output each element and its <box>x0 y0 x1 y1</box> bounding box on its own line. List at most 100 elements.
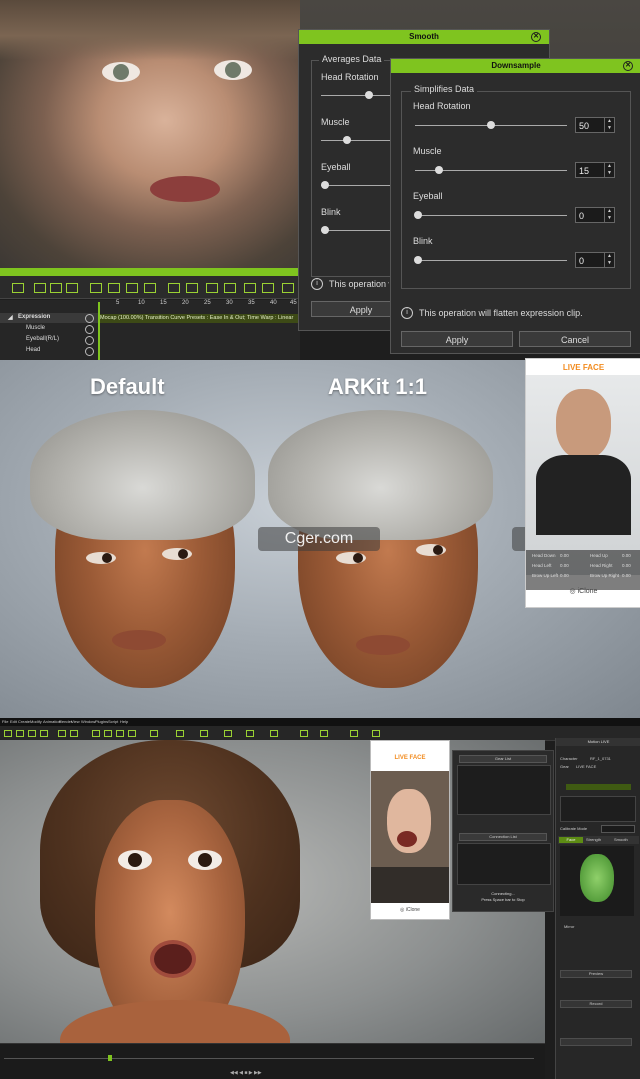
live-face-phone-small: LIVE FACE ◎ iClone <box>370 740 450 920</box>
close-circle-icon[interactable] <box>85 325 94 334</box>
tool-icon[interactable] <box>224 730 232 737</box>
left-eye <box>336 552 366 564</box>
time-marker[interactable] <box>108 1055 112 1061</box>
spin-arrows-icon[interactable]: ▲ ▼ <box>604 163 614 177</box>
close-circle-icon[interactable] <box>85 314 94 323</box>
tool-icon[interactable] <box>128 730 136 737</box>
slider-knob[interactable] <box>321 181 329 189</box>
eyeball-slider[interactable] <box>321 185 391 186</box>
tool-icon[interactable] <box>200 730 208 737</box>
calibrate-dropdown[interactable] <box>601 825 635 833</box>
muscle-slider[interactable] <box>321 140 391 141</box>
apply-button[interactable]: Apply <box>401 331 513 347</box>
tool-icon[interactable] <box>224 283 236 293</box>
track-row[interactable]: Muscle <box>0 324 98 334</box>
tool-icon[interactable] <box>28 730 36 737</box>
tool-icon[interactable] <box>70 730 78 737</box>
panel-button[interactable] <box>560 1038 632 1046</box>
tool-icon[interactable] <box>16 730 24 737</box>
tool-icon[interactable] <box>34 283 46 293</box>
track-row[interactable]: Head <box>0 346 98 356</box>
tool-icon[interactable] <box>4 730 12 737</box>
preview-button[interactable]: Preview <box>560 970 632 978</box>
tool-icon[interactable] <box>40 730 48 737</box>
dialog-title-text: Downsample <box>491 61 541 70</box>
tool-icon[interactable] <box>150 730 158 737</box>
tool-icon[interactable] <box>50 283 62 293</box>
track-row[interactable]: Eyeball(R/L) <box>0 335 98 345</box>
slider-knob[interactable] <box>365 91 373 99</box>
slider-knob[interactable] <box>414 256 422 264</box>
spin-arrows-icon[interactable]: ▲ ▼ <box>604 253 614 267</box>
tool-icon[interactable] <box>372 730 380 737</box>
tool-icon[interactable] <box>320 730 328 737</box>
tool-icon[interactable] <box>246 730 254 737</box>
tool-icon[interactable] <box>282 283 294 293</box>
spin-arrows-icon[interactable]: ▲ ▼ <box>604 118 614 132</box>
tab-face[interactable]: Face <box>559 837 583 843</box>
tool-icon[interactable] <box>90 283 102 293</box>
slider-knob[interactable] <box>414 211 422 219</box>
tool-icon[interactable] <box>108 283 120 293</box>
close-circle-icon[interactable] <box>85 347 94 356</box>
tool-icon[interactable] <box>144 283 156 293</box>
slider-knob[interactable] <box>487 121 495 129</box>
expand-triangle-icon[interactable]: ◢ <box>8 314 13 321</box>
tool-icon[interactable] <box>350 730 358 737</box>
tool-icon[interactable] <box>206 283 218 293</box>
tool-icon[interactable] <box>186 283 198 293</box>
close-circle-icon[interactable] <box>85 336 94 345</box>
menu-edit[interactable]: Edit <box>10 719 17 724</box>
slider-knob[interactable] <box>435 166 443 174</box>
tool-icon[interactable] <box>244 283 256 293</box>
green-action-button[interactable] <box>566 784 631 790</box>
tool-icon[interactable] <box>176 730 184 737</box>
menu-window[interactable]: Window <box>81 719 95 724</box>
smooth-dialog-title: Smooth ✕ <box>299 30 549 44</box>
slider-knob[interactable] <box>343 136 351 144</box>
readout-value: 0.00 <box>560 563 569 568</box>
iris <box>225 62 241 78</box>
tool-icon[interactable] <box>168 283 180 293</box>
slider-knob[interactable] <box>321 226 329 234</box>
tool-icon[interactable] <box>104 730 112 737</box>
menu-plugins[interactable]: Plugins <box>95 719 108 724</box>
panel-title: Motion LIVE <box>556 738 640 746</box>
head-rotation-spinbox[interactable]: 50 ▲ ▼ <box>575 117 615 133</box>
blink-slider[interactable] <box>415 260 567 261</box>
tool-icon[interactable] <box>66 283 78 293</box>
tool-icon[interactable] <box>270 730 278 737</box>
playhead[interactable] <box>98 302 100 360</box>
playback-controls[interactable]: ◀◀ ◀ ■ ▶ ▶▶ <box>230 1070 290 1076</box>
menu-script[interactable]: Script <box>108 719 118 724</box>
blink-spinbox[interactable]: 0 ▲ ▼ <box>575 252 615 268</box>
tab-smooth[interactable]: Smooth <box>614 837 628 843</box>
tool-icon[interactable] <box>58 730 66 737</box>
mouth <box>150 176 220 202</box>
head-rotation-slider[interactable] <box>321 95 391 96</box>
cancel-button[interactable]: Cancel <box>519 331 631 347</box>
tool-icon[interactable] <box>92 730 100 737</box>
tool-icon[interactable] <box>116 730 124 737</box>
close-icon[interactable]: ✕ <box>531 32 541 42</box>
time-slider[interactable] <box>4 1058 534 1059</box>
record-button[interactable]: Record <box>560 1000 632 1008</box>
muscle-spinbox[interactable]: 15 ▲ ▼ <box>575 162 615 178</box>
menu-modify[interactable]: Modify <box>30 719 42 724</box>
tool-icon[interactable] <box>300 730 308 737</box>
tool-icon[interactable] <box>12 283 24 293</box>
eyeball-slider[interactable] <box>415 215 567 216</box>
tab-strength[interactable]: Strength <box>586 837 601 843</box>
eyeball-spinbox[interactable]: 0 ▲ ▼ <box>575 207 615 223</box>
menu-help[interactable]: Help <box>120 719 128 724</box>
mocap-clip[interactable]: Mocap (100.00%) Transition Curve Presets… <box>100 314 300 323</box>
menu-view[interactable]: View <box>71 719 80 724</box>
track-header-expression[interactable]: ◢ Expression <box>0 313 98 323</box>
tool-icon[interactable] <box>126 283 138 293</box>
close-icon[interactable]: ✕ <box>623 61 633 71</box>
tool-icon[interactable] <box>262 283 274 293</box>
spin-arrows-icon[interactable]: ▲ ▼ <box>604 208 614 222</box>
menu-file[interactable]: File <box>2 719 8 724</box>
blink-slider[interactable] <box>321 230 391 231</box>
menu-create[interactable]: Create <box>18 719 30 724</box>
